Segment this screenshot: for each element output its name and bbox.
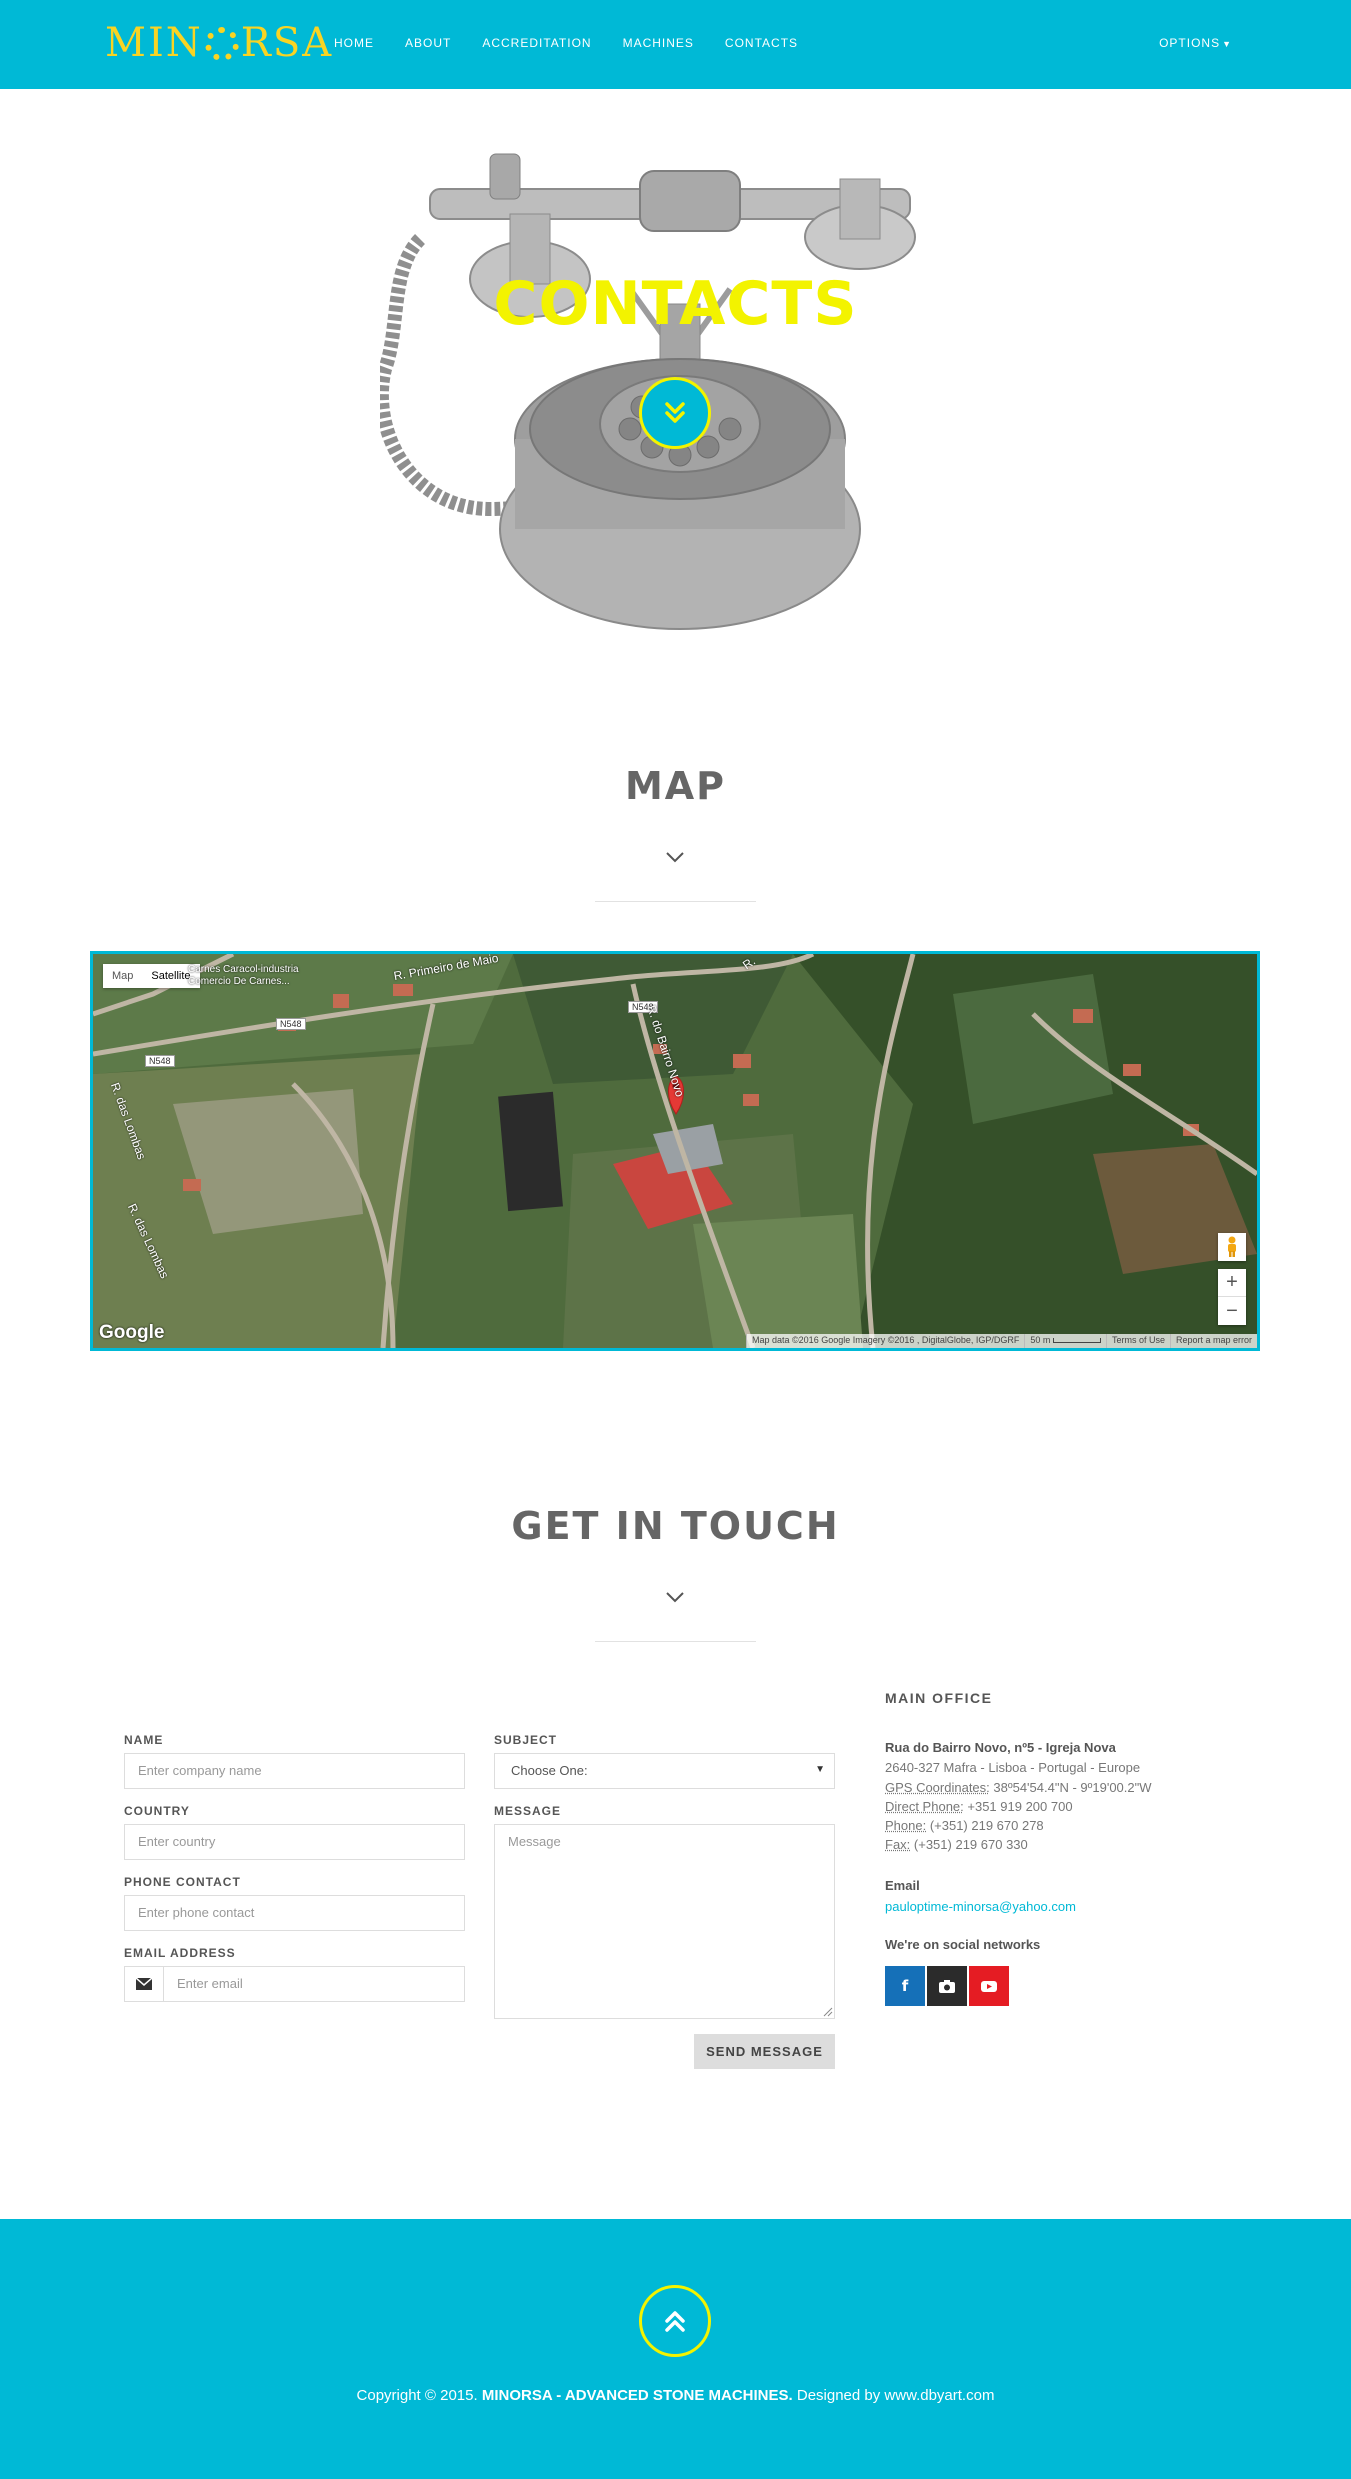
terms-of-use-link[interactable]: Terms of Use bbox=[1105, 1334, 1170, 1348]
zoom-out-button[interactable]: − bbox=[1218, 1297, 1246, 1325]
map-poi-label[interactable]: Carnes Caracol-industria Comercio De Car… bbox=[188, 964, 299, 988]
phone-label: PHONE CONTACT bbox=[124, 1875, 241, 1889]
logo-text-left: MIN bbox=[105, 20, 203, 66]
street-view-pegman-icon[interactable] bbox=[1218, 1233, 1246, 1261]
gps-label: GPS Coordinates: bbox=[885, 1780, 990, 1795]
chevron-down-icon bbox=[666, 1592, 684, 1603]
subject-label: SUBJECT bbox=[494, 1733, 558, 1747]
footer-copyright: Copyright © 2015. MINORSA - ADVANCED STO… bbox=[0, 2387, 1351, 2404]
message-textarea[interactable]: Message bbox=[494, 1824, 835, 2019]
nav-contacts[interactable]: CONTACTS bbox=[725, 36, 798, 50]
map-attribution-bar: Map data ©2016 Google Imagery ©2016 , Di… bbox=[746, 1334, 1257, 1348]
gps-value: 38º54'54.4"N - 9º19'00.2"W bbox=[989, 1780, 1152, 1795]
copyright-suffix: Designed by www.dbyart.com bbox=[792, 2387, 995, 2404]
options-label: OPTIONS bbox=[1159, 36, 1221, 50]
map-scale: 50 m bbox=[1024, 1334, 1106, 1348]
pegman-icon bbox=[1228, 1236, 1236, 1257]
site-logo[interactable]: MIN RSA bbox=[105, 18, 333, 68]
send-message-button[interactable]: SEND MESSAGE bbox=[694, 2034, 835, 2069]
camera-icon bbox=[939, 1979, 955, 1993]
copyright-brand: MINORSA - ADVANCED STONE MACHINES. bbox=[481, 2387, 793, 2404]
message-label: MESSAGE bbox=[494, 1804, 562, 1818]
hero-section: CONTACTS bbox=[0, 89, 1351, 689]
youtube-button[interactable] bbox=[969, 1966, 1009, 2006]
office-city: 2640-327 Mafra - Lisboa - Portugal - Eur… bbox=[885, 1760, 1141, 1775]
gear-logo-icon bbox=[204, 27, 239, 61]
footer: Copyright © 2015. MINORSA - ADVANCED STO… bbox=[0, 2219, 1351, 2479]
google-logo[interactable]: Google bbox=[99, 1322, 164, 1344]
facebook-icon: f bbox=[901, 1977, 909, 1995]
direct-phone-value: +351 919 200 700 bbox=[963, 1799, 1073, 1814]
facebook-button[interactable]: f bbox=[885, 1966, 925, 2006]
office-email-link[interactable]: pauloptime-minorsa@yahoo.com bbox=[885, 1899, 1076, 1914]
office-gps: GPS Coordinates: 38º54'54.4"N - 9º19'00.… bbox=[885, 1780, 1152, 1795]
youtube-icon bbox=[981, 1981, 997, 1992]
main-office-title: MAIN OFFICE bbox=[885, 1690, 993, 1706]
direct-phone-label: Direct Phone: bbox=[885, 1799, 964, 1814]
road-badge: N548 bbox=[276, 1018, 306, 1030]
nav-home[interactable]: HOME bbox=[334, 36, 374, 50]
subject-select[interactable]: Choose One: ▼ bbox=[494, 1753, 835, 1789]
map-attribution: Map data ©2016 Google Imagery ©2016 , Di… bbox=[746, 1334, 1024, 1348]
phone-input[interactable]: Enter phone contact bbox=[124, 1895, 465, 1931]
country-input[interactable]: Enter country bbox=[124, 1824, 465, 1860]
contact-section-title: GET IN TOUCH bbox=[511, 1504, 840, 1548]
subject-selected-value: Choose One: bbox=[511, 1763, 588, 1778]
resize-handle-icon[interactable] bbox=[823, 2007, 833, 2017]
report-map-error-link[interactable]: Report a map error bbox=[1169, 1334, 1257, 1348]
office-address: Rua do Bairro Novo, nº5 - Igreja Nova bbox=[885, 1740, 1116, 1755]
name-input[interactable]: Enter company name bbox=[124, 1753, 465, 1789]
hero-title: CONTACTS bbox=[493, 269, 858, 339]
top-navbar: MIN RSA HOME ABOUT ACCREDITATION MACHINES… bbox=[0, 0, 1351, 89]
satellite-imagery bbox=[93, 954, 1257, 1348]
map-scale-bar bbox=[1052, 1338, 1101, 1344]
phone-value: (+351) 219 670 278 bbox=[926, 1818, 1044, 1833]
email-title: Email bbox=[885, 1878, 920, 1893]
dropdown-arrow-icon: ▼ bbox=[815, 1764, 825, 1775]
road-badge: N548 bbox=[145, 1055, 175, 1067]
phone-label: Phone: bbox=[885, 1818, 927, 1833]
chevron-down-icon bbox=[666, 852, 684, 863]
options-dropdown[interactable]: OPTIONS ▼ bbox=[1159, 36, 1232, 50]
map-scale-label: 50 m bbox=[1030, 1335, 1051, 1345]
envelope-icon bbox=[136, 1978, 152, 1990]
map-poi-line1: Carnes Caracol-industria bbox=[188, 964, 299, 975]
zoom-in-button[interactable]: + bbox=[1218, 1269, 1246, 1297]
nav-machines[interactable]: MACHINES bbox=[623, 36, 694, 50]
copyright-prefix: Copyright © 2015. bbox=[356, 2387, 482, 2404]
google-map[interactable]: Map Satellite Carnes Caracol-industria C… bbox=[90, 951, 1260, 1351]
map-section-title: MAP bbox=[624, 764, 727, 808]
fax-label: Fax: bbox=[885, 1837, 911, 1852]
section-divider bbox=[595, 901, 756, 902]
office-fax: Fax: (+351) 219 670 330 bbox=[885, 1837, 1028, 1852]
double-chevron-down-icon bbox=[665, 402, 685, 423]
name-label: NAME bbox=[124, 1733, 164, 1747]
double-chevron-up-icon bbox=[665, 2311, 685, 2332]
map-type-toggle: Map Satellite bbox=[103, 964, 200, 988]
map-type-map[interactable]: Map bbox=[103, 964, 142, 988]
instagram-button[interactable] bbox=[927, 1966, 967, 2006]
fax-value: (+351) 219 670 330 bbox=[910, 1837, 1028, 1852]
email-addon bbox=[124, 1966, 164, 2002]
scroll-down-button[interactable] bbox=[639, 377, 711, 449]
scroll-to-top-button[interactable] bbox=[639, 2285, 711, 2357]
email-input[interactable]: Enter email bbox=[163, 1966, 465, 2002]
section-divider bbox=[595, 1641, 756, 1642]
country-label: COUNTRY bbox=[124, 1804, 190, 1818]
zoom-controls: + − bbox=[1218, 1269, 1246, 1325]
social-title: We're on social networks bbox=[885, 1937, 1041, 1952]
office-phone: Phone: (+351) 219 670 278 bbox=[885, 1818, 1044, 1833]
office-direct-phone: Direct Phone: +351 919 200 700 bbox=[885, 1799, 1073, 1814]
nav-accreditation[interactable]: ACCREDITATION bbox=[482, 36, 591, 50]
logo-text-right: RSA bbox=[240, 20, 334, 66]
nav-about[interactable]: ABOUT bbox=[405, 36, 451, 50]
email-label: EMAIL ADDRESS bbox=[124, 1946, 236, 1960]
caret-down-icon: ▼ bbox=[1222, 39, 1232, 49]
main-nav: HOME ABOUT ACCREDITATION MACHINES CONTAC… bbox=[334, 36, 829, 50]
map-poi-line2: Comercio De Carnes... bbox=[188, 976, 290, 987]
